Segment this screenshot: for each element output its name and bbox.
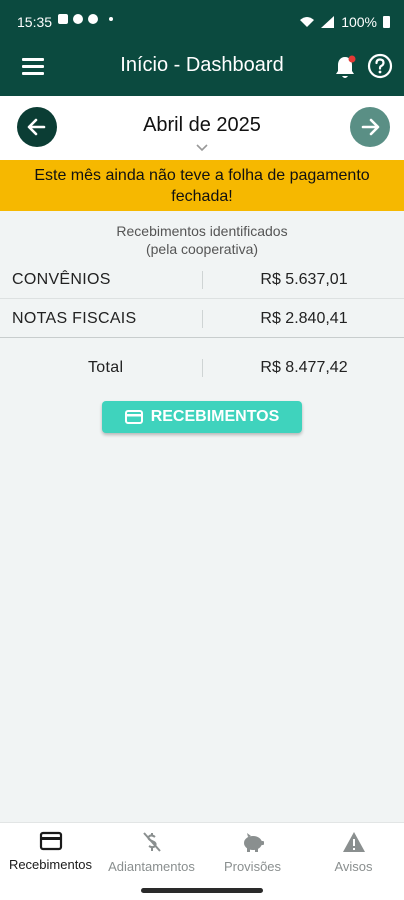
row-label: NOTAS FISCAIS bbox=[12, 310, 137, 327]
bottom-nav-label: Recebimentos bbox=[8, 857, 93, 872]
battery-percent: 100% bbox=[341, 14, 377, 30]
recebimentos-button[interactable]: RECEBIMENTOS bbox=[102, 401, 302, 433]
bottom-nav-label: Provisões bbox=[223, 859, 282, 874]
help-icon[interactable] bbox=[367, 53, 393, 79]
leaf-icon bbox=[88, 14, 98, 24]
month-selector: Abril de 2025 bbox=[0, 96, 404, 160]
row-value: R$ 5.637,01 bbox=[260, 271, 348, 288]
status-system-icons: 100% bbox=[299, 14, 390, 30]
bottom-nav-adiantamentos[interactable]: Adiantamentos bbox=[101, 831, 202, 874]
status-bar: 15:35 100% bbox=[0, 0, 404, 44]
total-divider bbox=[0, 337, 404, 338]
status-notification-icons bbox=[58, 14, 113, 24]
column-divider bbox=[202, 310, 203, 328]
arrow-right-icon bbox=[361, 118, 380, 136]
money-off-icon bbox=[142, 832, 161, 852]
credit-card-icon bbox=[39, 831, 62, 851]
summary-row-total: Total R$ 8.477,42 bbox=[0, 350, 404, 386]
warning-icon bbox=[342, 832, 365, 852]
gesture-bar[interactable] bbox=[141, 888, 263, 893]
total-label: Total bbox=[88, 359, 124, 376]
bottom-nav-provisoes[interactable]: Provisões bbox=[202, 831, 303, 874]
bottom-nav-avisos[interactable]: Avisos bbox=[303, 831, 404, 874]
signal-icon bbox=[321, 16, 335, 28]
piggy-bank-icon bbox=[243, 833, 264, 852]
phone-screen: 15:35 100% Início - Dashboard Abril de 2… bbox=[0, 0, 404, 900]
status-time: 15:35 bbox=[17, 14, 53, 30]
wifi-icon bbox=[300, 17, 315, 27]
total-value: R$ 8.477,42 bbox=[260, 359, 348, 376]
row-label: CONVÊNIOS bbox=[12, 271, 111, 288]
summary-caption-line1: Recebimentos identificados bbox=[116, 223, 288, 239]
chevron-down-icon[interactable] bbox=[196, 144, 208, 152]
row-value: R$ 2.840,41 bbox=[260, 310, 348, 327]
summary-row-convenios: CONVÊNIOS R$ 5.637,01 bbox=[0, 262, 404, 299]
payroll-warning-banner: Este mês ainda não teve a folha de pagam… bbox=[0, 160, 404, 211]
summary-caption: Recebimentos identificados (pela coopera… bbox=[0, 222, 404, 258]
column-divider bbox=[202, 271, 203, 289]
battery-icon bbox=[383, 16, 390, 28]
month-label[interactable]: Abril de 2025 bbox=[0, 114, 404, 137]
app-icon bbox=[73, 14, 83, 24]
app-bar: Início - Dashboard bbox=[0, 44, 404, 96]
credit-card-icon bbox=[124, 410, 143, 424]
next-month-button[interactable] bbox=[350, 107, 390, 147]
bottom-nav-label: Avisos bbox=[334, 859, 373, 874]
summary-caption-line2: (pela cooperativa) bbox=[145, 241, 259, 257]
bell-icon[interactable] bbox=[333, 55, 357, 81]
bottom-nav-label: Adiantamentos bbox=[108, 859, 195, 874]
recebimentos-button-label: RECEBIMENTOS bbox=[150, 408, 280, 425]
bottom-nav-recebimentos[interactable]: Recebimentos bbox=[0, 831, 101, 872]
summary-row-notas-fiscais: NOTAS FISCAIS R$ 2.840,41 bbox=[0, 301, 404, 337]
image-icon bbox=[58, 14, 68, 24]
column-divider bbox=[202, 359, 203, 377]
more-dot-icon bbox=[109, 17, 113, 21]
